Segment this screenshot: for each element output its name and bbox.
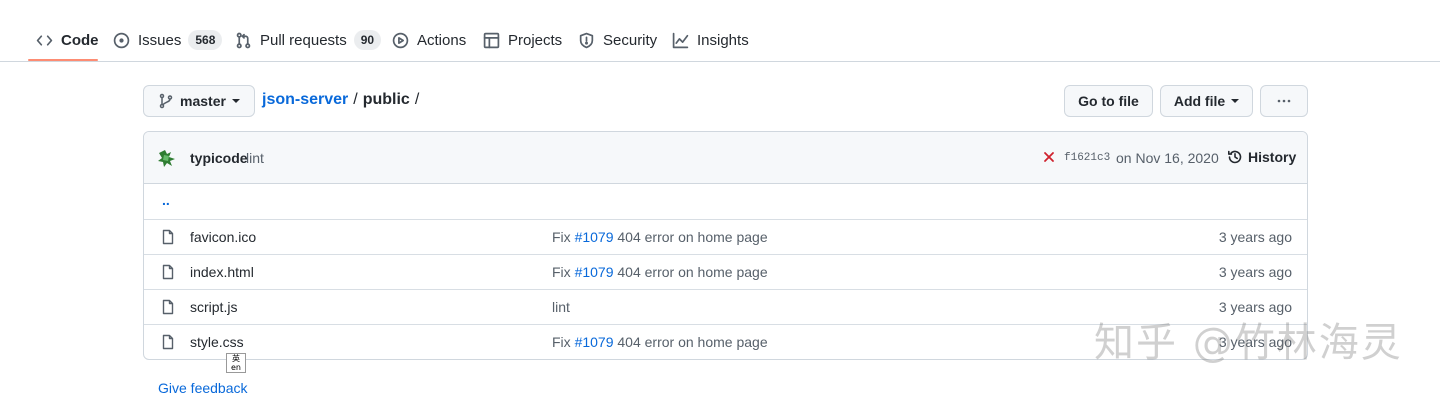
tab-label: Actions (417, 31, 467, 49)
file-age: 3 years ago (1218, 229, 1292, 245)
file-commit-message[interactable]: Fix #1079 404 error on home page (552, 334, 768, 350)
graph-icon (672, 32, 689, 48)
ime-bottom: en (231, 363, 241, 372)
breadcrumb-repo-link[interactable]: json-server (262, 91, 348, 109)
file-commit-message[interactable]: Fix #1079 404 error on home page (552, 264, 768, 280)
table-icon (483, 32, 500, 48)
table-row: favicon.ico Fix #1079 404 error on home … (144, 219, 1307, 254)
tab-label: Security (603, 31, 658, 49)
ime-top: 英 (232, 354, 240, 363)
commit-sha[interactable]: f1621c3 (1064, 152, 1110, 164)
file-icon (162, 299, 174, 315)
tab-pull-requests[interactable]: Pull requests 90 (235, 28, 382, 52)
commit-text: 404 error on home page (613, 229, 768, 245)
tab-actions[interactable]: Actions (392, 28, 466, 52)
breadcrumb-current-dir: public (362, 91, 410, 108)
git-branch-icon (159, 93, 173, 109)
repo-nav: Code Issues 568 Pull requests 90 Actions… (0, 0, 1440, 62)
history-link[interactable]: History (1227, 149, 1296, 165)
play-icon (392, 32, 409, 48)
file-name[interactable]: script.js (190, 299, 237, 315)
table-row: index.html Fix #1079 404 error on home p… (144, 254, 1307, 289)
commit-date: on Nov 16, 2020 (1116, 150, 1219, 166)
file-icon (162, 334, 174, 350)
issue-link[interactable]: #1079 (575, 264, 614, 280)
chevron-down-icon (231, 99, 240, 103)
git-pull-request-icon (236, 32, 251, 48)
branch-select-button[interactable]: master (143, 85, 255, 117)
tab-label: Code (61, 31, 99, 49)
file-commit-message[interactable]: Fix #1079 404 error on home page (552, 229, 768, 245)
tab-label: Insights (697, 31, 749, 49)
commit-text: Fix (552, 229, 575, 245)
issue-link[interactable]: #1079 (575, 229, 614, 245)
kebab-horizontal-icon (1277, 99, 1291, 103)
commit-text: 404 error on home page (613, 264, 768, 280)
code-icon (36, 34, 53, 46)
file-icon (162, 229, 174, 245)
go-to-file-label: Go to file (1078, 93, 1139, 109)
latest-commit-bar: typicode lint f1621c3 on Nov 16, 2020 Hi… (144, 132, 1307, 184)
more-options-button[interactable] (1260, 85, 1308, 117)
commit-text: 404 error on home page (613, 334, 768, 350)
add-file-label: Add file (1173, 93, 1226, 109)
history-label: History (1248, 149, 1297, 165)
file-icon (162, 264, 174, 280)
breadcrumb-separator: / (414, 91, 420, 108)
history-icon (1228, 150, 1242, 164)
parent-directory-link[interactable]: .. (162, 192, 170, 208)
commit-text: Fix (552, 334, 575, 350)
commit-text: Fix (552, 264, 575, 280)
issue-link[interactable]: #1079 (575, 334, 614, 350)
tab-insights[interactable]: Insights (672, 28, 749, 52)
ime-indicator-icon[interactable]: 英 en (226, 353, 246, 373)
breadcrumb-separator: / (353, 91, 358, 108)
tab-security[interactable]: Security (578, 28, 657, 52)
tab-label: Pull requests (260, 31, 347, 49)
file-age: 3 years ago (1218, 264, 1292, 280)
issues-counter: 568 (188, 30, 223, 50)
selected-tab-underline (28, 59, 98, 61)
x-icon[interactable] (1042, 150, 1056, 164)
branch-name: master (180, 93, 226, 109)
tab-label: Issues (138, 31, 182, 49)
file-name[interactable]: style.css (190, 334, 244, 350)
updir-row[interactable]: .. (144, 184, 1307, 219)
file-name[interactable]: index.html (190, 264, 254, 280)
commit-text: lint (552, 299, 570, 315)
shield-icon (579, 32, 594, 48)
breadcrumb: json-server / public / (262, 91, 424, 109)
chevron-down-icon (1231, 99, 1240, 103)
avatar[interactable] (156, 147, 178, 169)
commit-author[interactable]: typicode (190, 150, 248, 166)
commit-message[interactable]: lint (246, 150, 264, 166)
issue-opened-icon (113, 32, 130, 48)
tab-label: Projects (508, 31, 563, 49)
give-feedback-link[interactable]: Give feedback (158, 380, 248, 393)
file-name[interactable]: favicon.ico (190, 229, 256, 245)
pull-requests-counter: 90 (353, 30, 382, 50)
tab-code[interactable]: Code (36, 28, 99, 52)
add-file-button[interactable]: Add file (1160, 85, 1253, 117)
watermark: 知乎 @竹林海灵 (1094, 320, 1403, 366)
go-to-file-button[interactable]: Go to file (1064, 85, 1153, 117)
file-commit-message[interactable]: lint (552, 299, 570, 315)
tab-projects[interactable]: Projects (483, 28, 562, 52)
tab-issues[interactable]: Issues 568 (113, 28, 223, 52)
